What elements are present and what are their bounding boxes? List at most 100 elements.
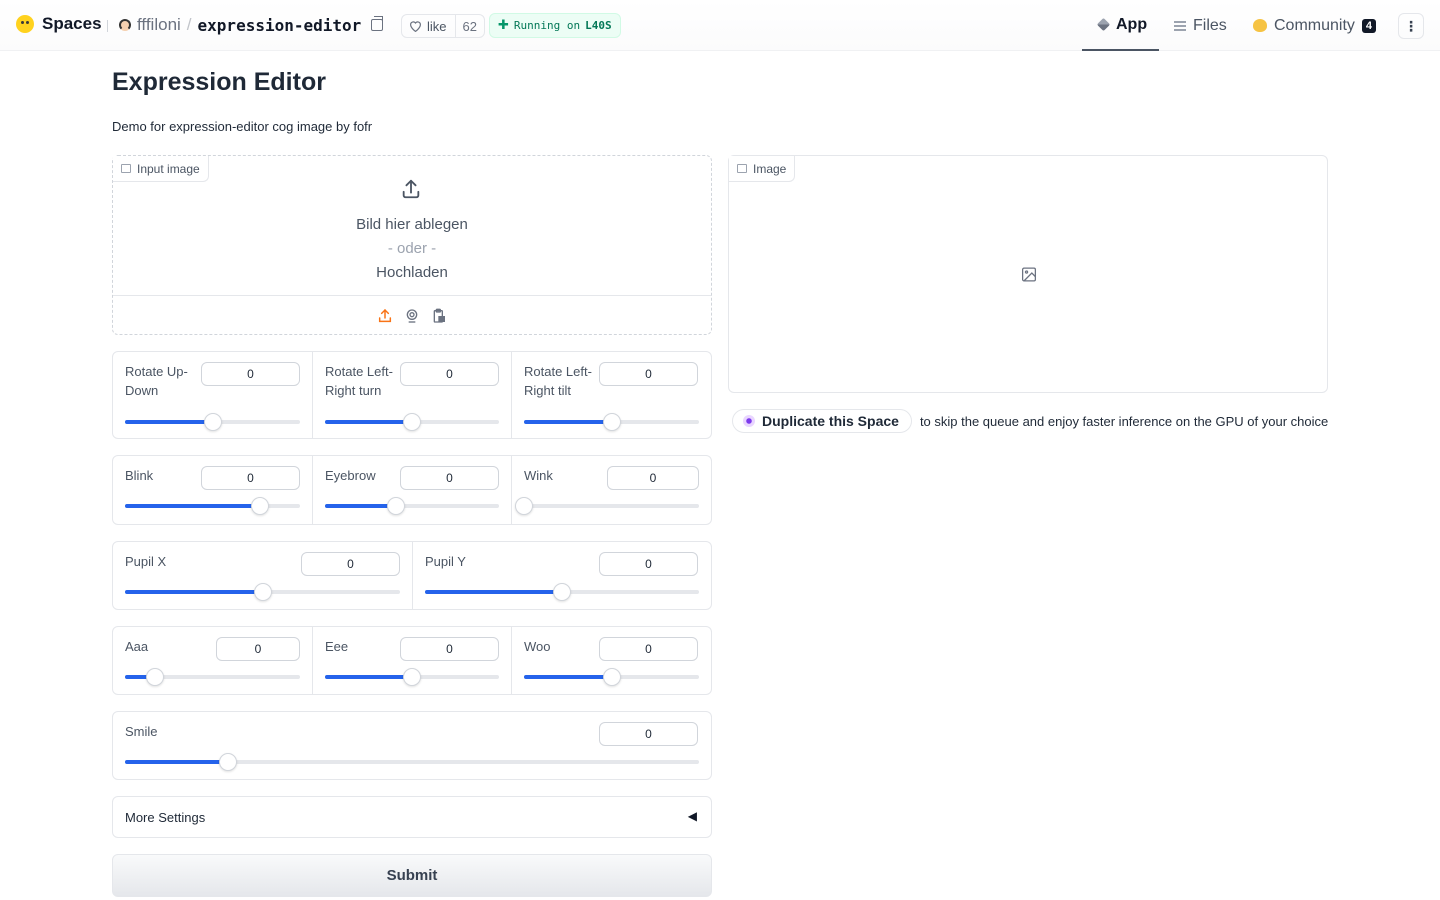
copy-icon[interactable] [371, 16, 384, 31]
divider [107, 20, 108, 32]
slider-thumb[interactable] [145, 668, 164, 686]
input-image-dropzone[interactable]: Input image Bild hier ablegen - oder - H… [112, 155, 712, 335]
slider-track[interactable] [125, 497, 300, 515]
like-main[interactable]: like [402, 15, 456, 37]
number-input[interactable]: 0 [599, 722, 698, 746]
duplicate-space-button[interactable]: Duplicate this Space [732, 409, 912, 433]
image-label-icon [737, 164, 747, 173]
status-badge[interactable]: ✚ Running on L40S [489, 13, 621, 38]
source-webcam-button[interactable] [404, 307, 421, 324]
slider-track[interactable] [425, 583, 699, 601]
like-button[interactable]: like 62 [401, 14, 485, 38]
duplicate-icon [743, 415, 755, 427]
number-input[interactable]: 0 [599, 362, 698, 386]
input-image-label-badge: Input image [113, 156, 209, 182]
slider-track[interactable] [125, 583, 400, 601]
number-input[interactable]: 0 [201, 362, 300, 386]
slider-label: Blink [125, 468, 154, 483]
slider-label: Aaa [125, 639, 149, 654]
collapse-arrow-icon: ◀ [687, 809, 697, 823]
submit-button[interactable]: Submit [112, 854, 712, 897]
slider-thumb[interactable] [602, 413, 621, 431]
slider-track[interactable] [125, 668, 300, 686]
tab-files-label: Files [1193, 16, 1227, 34]
slider-wink: Wink 0 [512, 456, 711, 524]
files-icon [1174, 20, 1186, 31]
slider-pupil-x: Pupil X 0 [113, 542, 413, 609]
slider-label: Smile [125, 724, 158, 739]
slider-rotate-up-down: Rotate Up-Down 0 [113, 352, 313, 438]
slider-rotate-left-right-turn: Rotate Left-Right turn 0 [313, 352, 512, 438]
number-input[interactable]: 0 [216, 637, 300, 661]
community-count-badge: 4 [1361, 18, 1377, 33]
slider-fill [125, 420, 213, 424]
source-clipboard-button[interactable] [431, 307, 448, 324]
community-icon [1253, 19, 1267, 32]
mouth-sliders-row: Aaa 0 Eee 0 Woo 0 [112, 626, 712, 695]
number-input[interactable]: 0 [201, 466, 300, 490]
number-input[interactable]: 0 [400, 362, 499, 386]
spaces-home-link[interactable]: Spaces [16, 14, 102, 34]
slider-thumb[interactable] [403, 413, 421, 431]
number-input[interactable]: 0 [599, 552, 698, 576]
slider-thumb[interactable] [250, 497, 269, 515]
slider-track[interactable] [125, 413, 300, 431]
more-menu-button[interactable]: ⋮ [1398, 13, 1424, 39]
slider-fill [125, 760, 229, 764]
slider-thumb[interactable] [203, 413, 222, 431]
slider-track[interactable] [325, 668, 499, 686]
source-upload-button[interactable] [377, 307, 394, 324]
slider-thumb[interactable] [219, 753, 238, 771]
slider-label: Wink [524, 468, 553, 483]
page-description: Demo for expression-editor cog image by … [112, 119, 373, 134]
slider-track[interactable] [524, 413, 699, 431]
number-input[interactable]: 0 [400, 466, 499, 490]
slider-label: Rotate Left-Right turn [325, 364, 393, 398]
number-input[interactable]: 0 [607, 466, 699, 490]
slider-fill [125, 504, 260, 508]
tab-files[interactable]: Files [1174, 0, 1227, 51]
slider-label: Rotate Left-Right tilt [524, 364, 592, 398]
upload-source-icon [378, 308, 392, 322]
number-input[interactable]: 0 [301, 552, 400, 576]
number-input[interactable]: 0 [599, 637, 698, 661]
slider-fill [125, 590, 263, 594]
slider-track[interactable] [515, 497, 699, 515]
slider-thumb[interactable] [602, 668, 621, 686]
breadcrumb: fffiloni / expression-editor [119, 15, 384, 35]
like-count[interactable]: 62 [456, 15, 484, 37]
owner-link[interactable]: fffiloni [137, 15, 181, 35]
slider-label: Pupil Y [425, 554, 466, 569]
image-source-bar [113, 295, 711, 335]
slider-fill [325, 675, 412, 679]
slider-label: Rotate Up-Down [125, 364, 188, 398]
slider-thumb[interactable] [253, 583, 272, 601]
eye-sliders-row: Blink 0 Eyebrow 0 Wink 0 [112, 455, 712, 525]
input-image-label: Input image [137, 161, 200, 176]
upload-text[interactable]: Hochladen [113, 264, 711, 281]
slider-thumb[interactable] [515, 497, 533, 515]
top-nav: Spaces fffiloni / expression-editor like… [0, 0, 1440, 51]
repo-link[interactable]: expression-editor [198, 16, 362, 35]
slider-fill [524, 675, 612, 679]
running-icon: ✚ [498, 18, 509, 33]
number-input[interactable]: 0 [400, 637, 499, 661]
tab-community[interactable]: Community 4 [1253, 0, 1377, 51]
tab-app[interactable]: App [1082, 0, 1159, 51]
tab-community-label: Community [1274, 16, 1355, 34]
owner-avatar[interactable] [119, 19, 131, 31]
slider-pupil-y: Pupil Y 0 [413, 542, 711, 609]
slider-track[interactable] [325, 497, 499, 515]
slider-thumb[interactable] [387, 497, 406, 515]
slider-label: Eee [325, 639, 349, 654]
more-settings-accordion[interactable]: More Settings ◀ [112, 796, 712, 838]
slider-rotate-left-right-tilt: Rotate Left-Right tilt 0 [512, 352, 711, 438]
slider-track[interactable] [125, 753, 699, 771]
page-title: Expression Editor [112, 68, 326, 96]
slider-track[interactable] [325, 413, 499, 431]
slider-thumb[interactable] [403, 668, 421, 686]
slider-track[interactable] [524, 668, 699, 686]
webcam-icon [406, 308, 418, 323]
brand-label: Spaces [42, 14, 102, 33]
slider-thumb[interactable] [553, 583, 571, 601]
